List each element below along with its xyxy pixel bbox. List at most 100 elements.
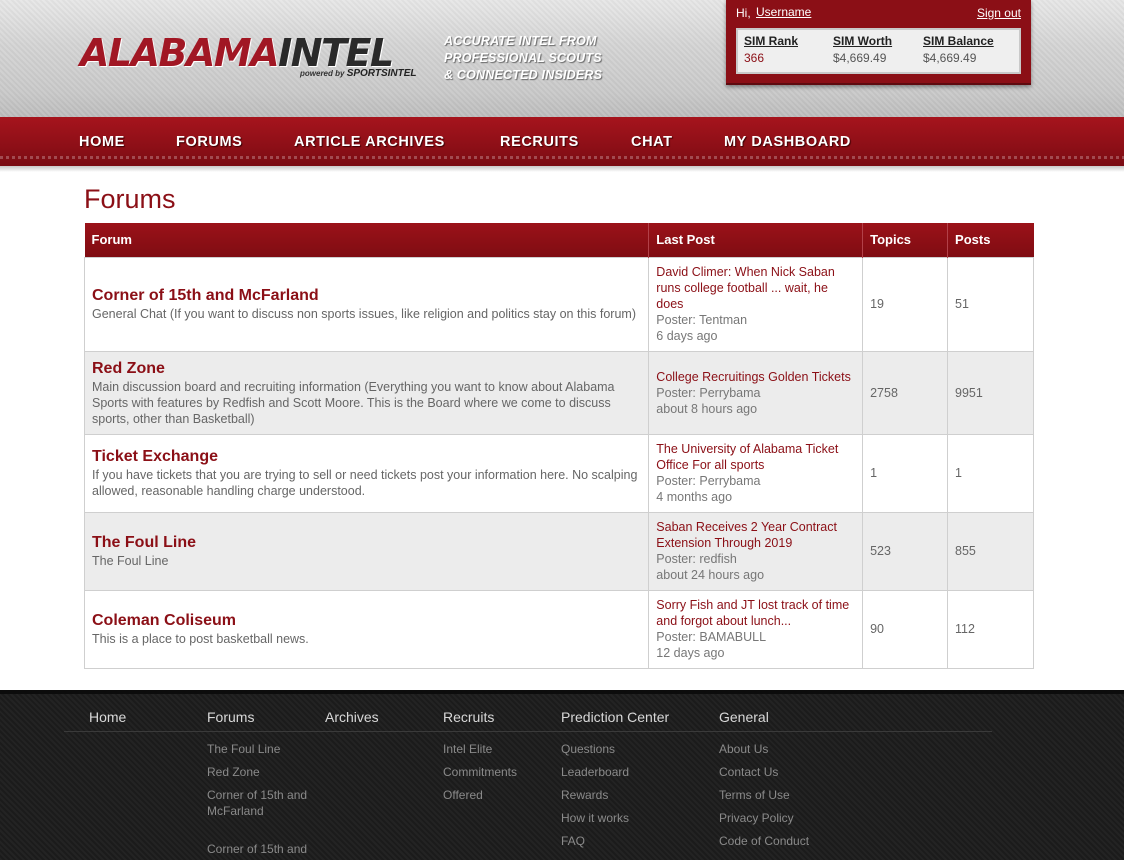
footer-link-foul-line[interactable]: The Foul Line [207, 741, 280, 757]
topics-count: 19 [862, 256, 949, 352]
footer-forums-heading[interactable]: Forums [207, 709, 254, 725]
forum-description: If you have tickets that you are trying … [92, 468, 638, 498]
last-post-poster: Poster: Perrybama [656, 385, 761, 400]
footer-recruits-heading[interactable]: Recruits [443, 709, 494, 725]
footer-link-privacy-policy[interactable]: Privacy Policy [719, 810, 794, 826]
footer-home-link[interactable]: Home [89, 709, 126, 725]
column-header-topics: Topics [862, 223, 949, 257]
page-title: Forums [84, 184, 176, 214]
forum-cell: Coleman Coliseum This is a place to post… [83, 589, 650, 669]
posts-count: 112 [947, 589, 1034, 669]
last-post-cell: College Recruitings Golden Tickets Poste… [648, 350, 864, 435]
sim-worth: SIM Worth $4,669.49 [833, 34, 892, 65]
footer-link-corner-15th-second[interactable]: Corner of 15th and [207, 841, 327, 857]
site-logo[interactable]: ALABAMAINTEL powered by SPORTSINTEL [80, 31, 417, 82]
last-post-cell: David Climer: When Nick Saban runs colle… [648, 256, 864, 352]
footer-link-terms-of-use[interactable]: Terms of Use [719, 787, 790, 803]
tagline-line: & CONNECTED INSIDERS [444, 68, 603, 82]
nav-chat[interactable]: CHAT [631, 134, 673, 150]
nav-forums[interactable]: FORUMS [176, 134, 242, 150]
tagline-line: ACCURATE INTEL FROM [444, 34, 597, 48]
sim-balance: SIM Balance $4,669.49 [923, 34, 994, 65]
footer-link-offered[interactable]: Offered [443, 787, 483, 803]
last-post-link[interactable]: David Climer: When Nick Saban runs colle… [656, 264, 855, 312]
last-post-poster: Poster: BAMABULL [656, 630, 767, 644]
footer-link-questions[interactable]: Questions [561, 741, 615, 757]
forum-table: Forum Last Post Topics Posts Corner of 1… [83, 223, 1034, 669]
logo-text-alabama: ALABAMA [80, 31, 280, 75]
footer-link-rewards[interactable]: Rewards [561, 787, 608, 803]
nav-article-archives[interactable]: ARTICLE ARCHIVES [294, 134, 445, 150]
footer-link-code-of-conduct[interactable]: Code of Conduct [719, 833, 809, 849]
forum-description: This is a place to post basketball news. [92, 632, 309, 646]
sim-worth-value: $4,669.49 [833, 51, 887, 65]
table-row: Red Zone Main discussion board and recru… [83, 350, 1034, 435]
nav-my-dashboard[interactable]: MY DASHBOARD [724, 134, 851, 150]
last-post-cell: Sorry Fish and JT lost track of time and… [648, 589, 864, 669]
forum-link[interactable]: The Foul Line [92, 533, 641, 553]
last-post-link[interactable]: Saban Receives 2 Year Contract Extension… [656, 519, 855, 551]
last-post-time: 12 days ago [656, 646, 725, 660]
sim-rank: SIM Rank 366 [744, 34, 798, 65]
table-row: The Foul Line The Foul Line Saban Receiv… [83, 511, 1034, 591]
nav-shadow [0, 166, 1124, 172]
forum-cell: Corner of 15th and McFarland General Cha… [83, 256, 650, 352]
footer-link-commitments[interactable]: Commitments [443, 764, 517, 780]
footer-archives-link[interactable]: Archives [325, 709, 379, 725]
sim-balance-label[interactable]: SIM Balance [923, 34, 994, 48]
sim-stats-panel: SIM Rank 366 SIM Worth $4,669.49 SIM Bal… [736, 28, 1021, 74]
tagline: ACCURATE INTEL FROM PROFESSIONAL SCOUTS … [444, 33, 634, 84]
last-post-link[interactable]: The University of Alabama Ticket Office … [656, 441, 855, 473]
sim-rank-label[interactable]: SIM Rank [744, 34, 798, 48]
username-link[interactable]: Username [756, 5, 811, 19]
footer-link-corner-15th[interactable]: Corner of 15th and McFarland [207, 787, 327, 819]
forum-link[interactable]: Corner of 15th and McFarland [92, 286, 641, 306]
forum-description: The Foul Line [92, 554, 169, 568]
nav-home[interactable]: HOME [79, 134, 125, 150]
logo-powered-label: powered by [300, 69, 345, 78]
footer-link-contact-us[interactable]: Contact Us [719, 764, 778, 780]
sim-balance-value: $4,669.49 [923, 51, 977, 65]
footer-link-how-it-works[interactable]: How it works [561, 810, 629, 826]
table-row: Corner of 15th and McFarland General Cha… [83, 256, 1034, 352]
last-post-poster: Poster: Perrybama [656, 474, 761, 488]
footer-link-leaderboard[interactable]: Leaderboard [561, 764, 629, 780]
last-post-poster: Poster: redfish [656, 552, 737, 566]
last-post-link[interactable]: Sorry Fish and JT lost track of time and… [656, 597, 855, 629]
last-post-link[interactable]: College Recruitings Golden Tickets [656, 369, 855, 385]
last-post-cell: The University of Alabama Ticket Office … [648, 433, 864, 513]
footer-link-about-us[interactable]: About Us [719, 741, 768, 757]
column-header-posts: Posts [947, 223, 1034, 257]
column-header-forum: Forum [84, 223, 650, 257]
greeting: Hi, [736, 6, 751, 20]
forum-description: General Chat (If you want to discuss non… [92, 307, 637, 321]
sim-worth-label[interactable]: SIM Worth [833, 34, 892, 48]
forum-link[interactable]: Red Zone [92, 359, 641, 379]
footer-link-intel-elite[interactable]: Intel Elite [443, 741, 492, 757]
forum-link[interactable]: Ticket Exchange [92, 447, 641, 467]
footer-divider [64, 731, 992, 732]
logo-brand: SPORTSINTEL [346, 68, 417, 79]
posts-count: 51 [947, 256, 1034, 352]
footer-link-faq[interactable]: FAQ [561, 833, 585, 849]
footer-link-red-zone[interactable]: Red Zone [207, 764, 260, 780]
last-post-poster: Poster: Tentman [656, 313, 748, 327]
footer-prediction-center-heading[interactable]: Prediction Center [561, 709, 669, 725]
sim-rank-value: 366 [744, 51, 765, 65]
table-row: Ticket Exchange If you have tickets that… [83, 433, 1034, 513]
posts-count: 1 [947, 433, 1034, 513]
last-post-time: 6 days ago [656, 329, 718, 343]
forum-link[interactable]: Coleman Coliseum [92, 611, 641, 631]
topics-count: 90 [862, 589, 949, 669]
forum-cell: Red Zone Main discussion board and recru… [83, 350, 650, 435]
table-row: Coleman Coliseum This is a place to post… [83, 589, 1034, 669]
last-post-time: about 8 hours ago [656, 401, 758, 416]
forum-cell: Ticket Exchange If you have tickets that… [83, 433, 650, 513]
nav-recruits[interactable]: RECRUITS [500, 134, 579, 150]
posts-count: 9951 [947, 350, 1034, 435]
sign-out-link[interactable]: Sign out [977, 6, 1021, 20]
topics-count: 2758 [862, 350, 949, 435]
main-nav: HOME FORUMS ARTICLE ARCHIVES RECRUITS CH… [0, 117, 1124, 166]
footer-general-heading[interactable]: General [719, 709, 769, 725]
footer-top-border [0, 690, 1124, 694]
